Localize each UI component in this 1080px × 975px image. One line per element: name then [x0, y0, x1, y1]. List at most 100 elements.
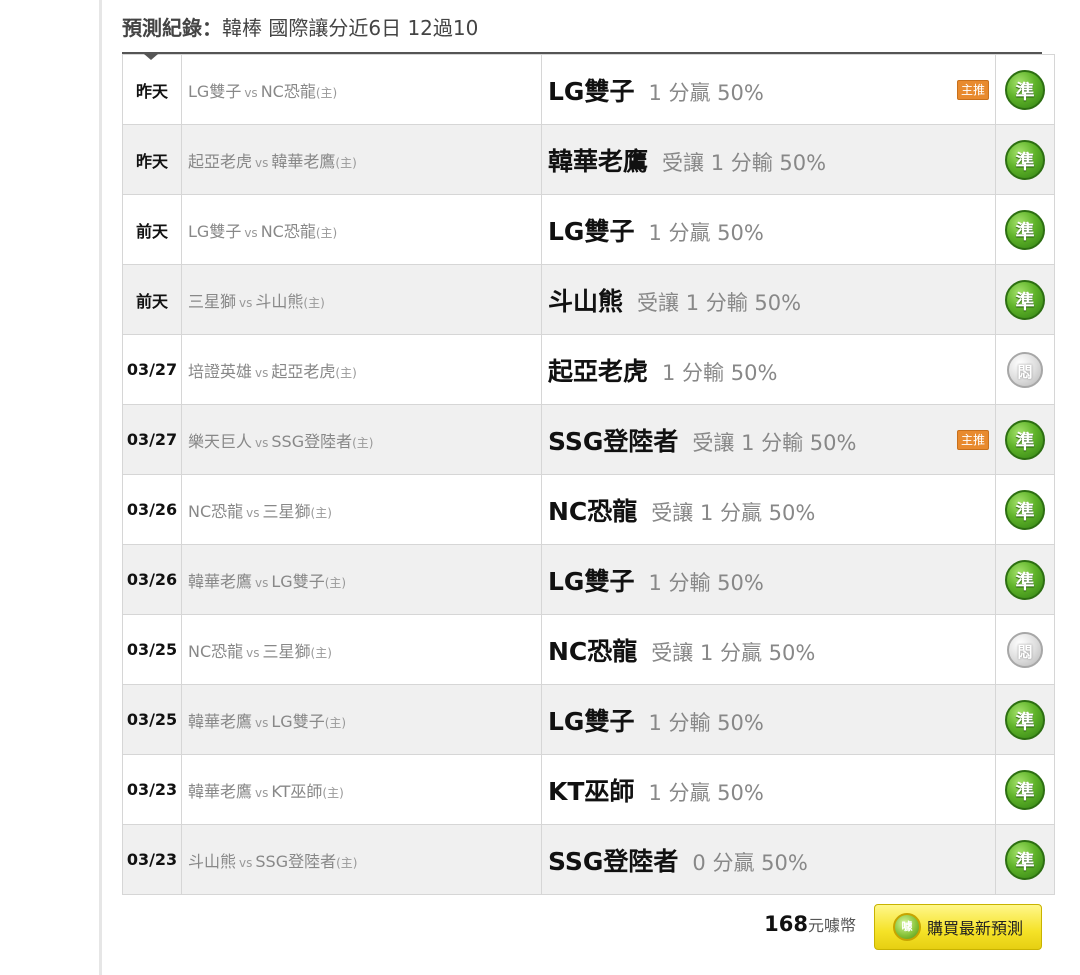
pick-team: LG雙子 [548, 706, 635, 736]
gray-circle-badge-icon: 悶 [1007, 631, 1043, 668]
table-row: 昨天 LG雙子 vs NC恐龍(主) LG雙子 1 分贏 50% 主推準 [122, 54, 1055, 125]
home-tag: (主) [352, 435, 374, 450]
featured-pick-badge: 主推 [956, 79, 989, 100]
header-summary: 韓棒 國際讓分近6日 12過10 [222, 16, 479, 40]
section-header: 預測紀錄：韓棒 國際讓分近6日 12過10 [122, 12, 478, 42]
away-team: NC恐龍 [188, 641, 244, 661]
row-date: 03/25 [122, 614, 182, 685]
table-row: 03/25 NC恐龍 vs 三星獅(主) NC恐龍 受讓 1 分贏 50% 悶 [122, 614, 1055, 685]
row-date: 昨天 [122, 124, 182, 195]
pick-line: 受讓 1 分輸 50% [637, 290, 802, 315]
home-team: 起亞老虎 [271, 361, 336, 381]
away-team: 韓華老鷹 [188, 781, 253, 801]
table-row: 03/27 培證英雄 vs 起亞老虎(主) 起亞老虎 1 分輸 50% 悶 [122, 334, 1055, 405]
home-tag: (主) [336, 855, 358, 870]
buy-button-label: 購買最新預測 [927, 919, 1024, 938]
away-team: 韓華老鷹 [188, 711, 253, 731]
pick-team: NC恐龍 [548, 636, 638, 666]
pick-team: LG雙子 [548, 76, 635, 106]
vs-label: vs [255, 365, 269, 380]
green-circle-badge-icon: 準 [1005, 209, 1045, 250]
vs-label: vs [255, 715, 269, 730]
row-matchup: NC恐龍 vs 三星獅(主) [181, 614, 542, 685]
row-matchup: 起亞老虎 vs 韓華老鷹(主) [181, 124, 542, 195]
featured-pick-badge: 主推 [956, 429, 989, 450]
home-team: 韓華老鷹 [271, 151, 336, 171]
away-team: NC恐龍 [188, 501, 244, 521]
pick-team: LG雙子 [548, 566, 635, 596]
home-team: SSG登陸者 [271, 431, 353, 451]
row-date: 前天 [122, 194, 182, 265]
row-result: 準 [995, 264, 1055, 335]
pick-team: 韓華老鷹 [548, 146, 649, 176]
pick-line: 1 分贏 50% [648, 80, 764, 105]
row-matchup: 韓華老鷹 vs LG雙子(主) [181, 684, 542, 755]
row-matchup: 韓華老鷹 vs KT巫師(主) [181, 754, 542, 825]
row-result: 悶 [995, 614, 1055, 685]
away-team: 培證英雄 [188, 361, 253, 381]
pick-line: 受讓 1 分贏 50% [651, 640, 816, 665]
gray-circle-badge-icon: 悶 [1007, 351, 1043, 388]
vs-label: vs [255, 575, 269, 590]
away-team: 起亞老虎 [188, 151, 253, 171]
home-tag: (主) [310, 645, 332, 660]
table-row: 03/27 樂天巨人 vs SSG登陸者(主) SSG登陸者 受讓 1 分輸 50% 主推準 [122, 404, 1055, 475]
home-tag: (主) [324, 575, 347, 590]
table-row: 前天 三星獅 vs 斗山熊(主) 斗山熊 受讓 1 分輸 50% 準 [122, 264, 1055, 335]
home-team: 三星獅 [262, 641, 311, 661]
home-tag: (主) [315, 85, 338, 100]
prediction-table: 昨天 LG雙子 vs NC恐龍(主) LG雙子 1 分贏 50% 主推準昨天 起亞老虎 vs 韓華… [122, 54, 1055, 895]
row-matchup: 斗山熊 vs SSG登陸者(主) [181, 824, 542, 895]
table-row: 03/26 韓華老鷹 vs LG雙子(主) LG雙子 1 分輸 50% 準 [122, 544, 1055, 615]
green-circle-badge-icon: 準 [1005, 419, 1045, 460]
row-pick: LG雙子 1 分輸 50% [541, 684, 996, 755]
row-pick: LG雙子 1 分贏 50% 主推 [541, 54, 996, 125]
row-pick: 斗山熊 受讓 1 分輸 50% [541, 264, 996, 335]
row-matchup: 培證英雄 vs 起亞老虎(主) [181, 334, 542, 405]
home-team: NC恐龍 [260, 221, 316, 241]
header-label: 預測紀錄 [122, 16, 202, 40]
row-result: 準 [995, 404, 1055, 475]
green-circle-badge-icon: 準 [1005, 559, 1045, 600]
away-team: 韓華老鷹 [188, 571, 253, 591]
row-date: 03/27 [122, 404, 182, 475]
row-pick: 起亞老虎 1 分輸 50% [541, 334, 996, 405]
home-team: NC恐龍 [260, 81, 316, 101]
home-tag: (主) [335, 365, 357, 380]
coin-icon: 噱 [893, 913, 921, 941]
row-date: 03/25 [122, 684, 182, 755]
home-tag: (主) [324, 715, 347, 730]
row-date: 03/23 [122, 754, 182, 825]
green-circle-badge-icon: 準 [1005, 69, 1045, 110]
pick-line: 受讓 1 分贏 50% [651, 500, 816, 525]
green-circle-badge-icon: 準 [1005, 139, 1045, 180]
row-result: 準 [995, 684, 1055, 755]
pick-line: 受讓 1 分輸 50% [662, 150, 827, 175]
home-tag: (主) [303, 295, 325, 310]
green-circle-badge-icon: 準 [1005, 279, 1045, 320]
away-team: 樂天巨人 [188, 431, 253, 451]
row-result: 準 [995, 194, 1055, 265]
row-pick: SSG登陸者 受讓 1 分輸 50% 主推 [541, 404, 996, 475]
pick-team: 起亞老虎 [548, 356, 649, 386]
pick-team: NC恐龍 [548, 496, 638, 526]
green-circle-badge-icon: 準 [1005, 769, 1045, 810]
pick-line: 1 分輸 50% [648, 710, 764, 735]
table-row: 03/23 韓華老鷹 vs KT巫師(主) KT巫師 1 分贏 50% 準 [122, 754, 1055, 825]
table-row: 前天 LG雙子 vs NC恐龍(主) LG雙子 1 分贏 50% 準 [122, 194, 1055, 265]
vs-label: vs [246, 645, 260, 660]
row-pick: 韓華老鷹 受讓 1 分輸 50% [541, 124, 996, 195]
row-pick: NC恐龍 受讓 1 分贏 50% [541, 614, 996, 685]
green-circle-badge-icon: 準 [1005, 839, 1045, 880]
row-date: 03/27 [122, 334, 182, 405]
vs-label: vs [239, 295, 253, 310]
home-team: 斗山熊 [255, 291, 304, 311]
row-pick: KT巫師 1 分贏 50% [541, 754, 996, 825]
vs-label: vs [244, 85, 258, 100]
home-team: LG雙子 [271, 571, 325, 591]
pick-team: SSG登陸者 [548, 426, 679, 456]
table-row: 03/26 NC恐龍 vs 三星獅(主) NC恐龍 受讓 1 分贏 50% 準 [122, 474, 1055, 545]
buy-latest-prediction-button[interactable]: 噱 購買最新預測 [874, 904, 1042, 950]
home-tag: (主) [335, 155, 357, 170]
row-date: 03/26 [122, 474, 182, 545]
